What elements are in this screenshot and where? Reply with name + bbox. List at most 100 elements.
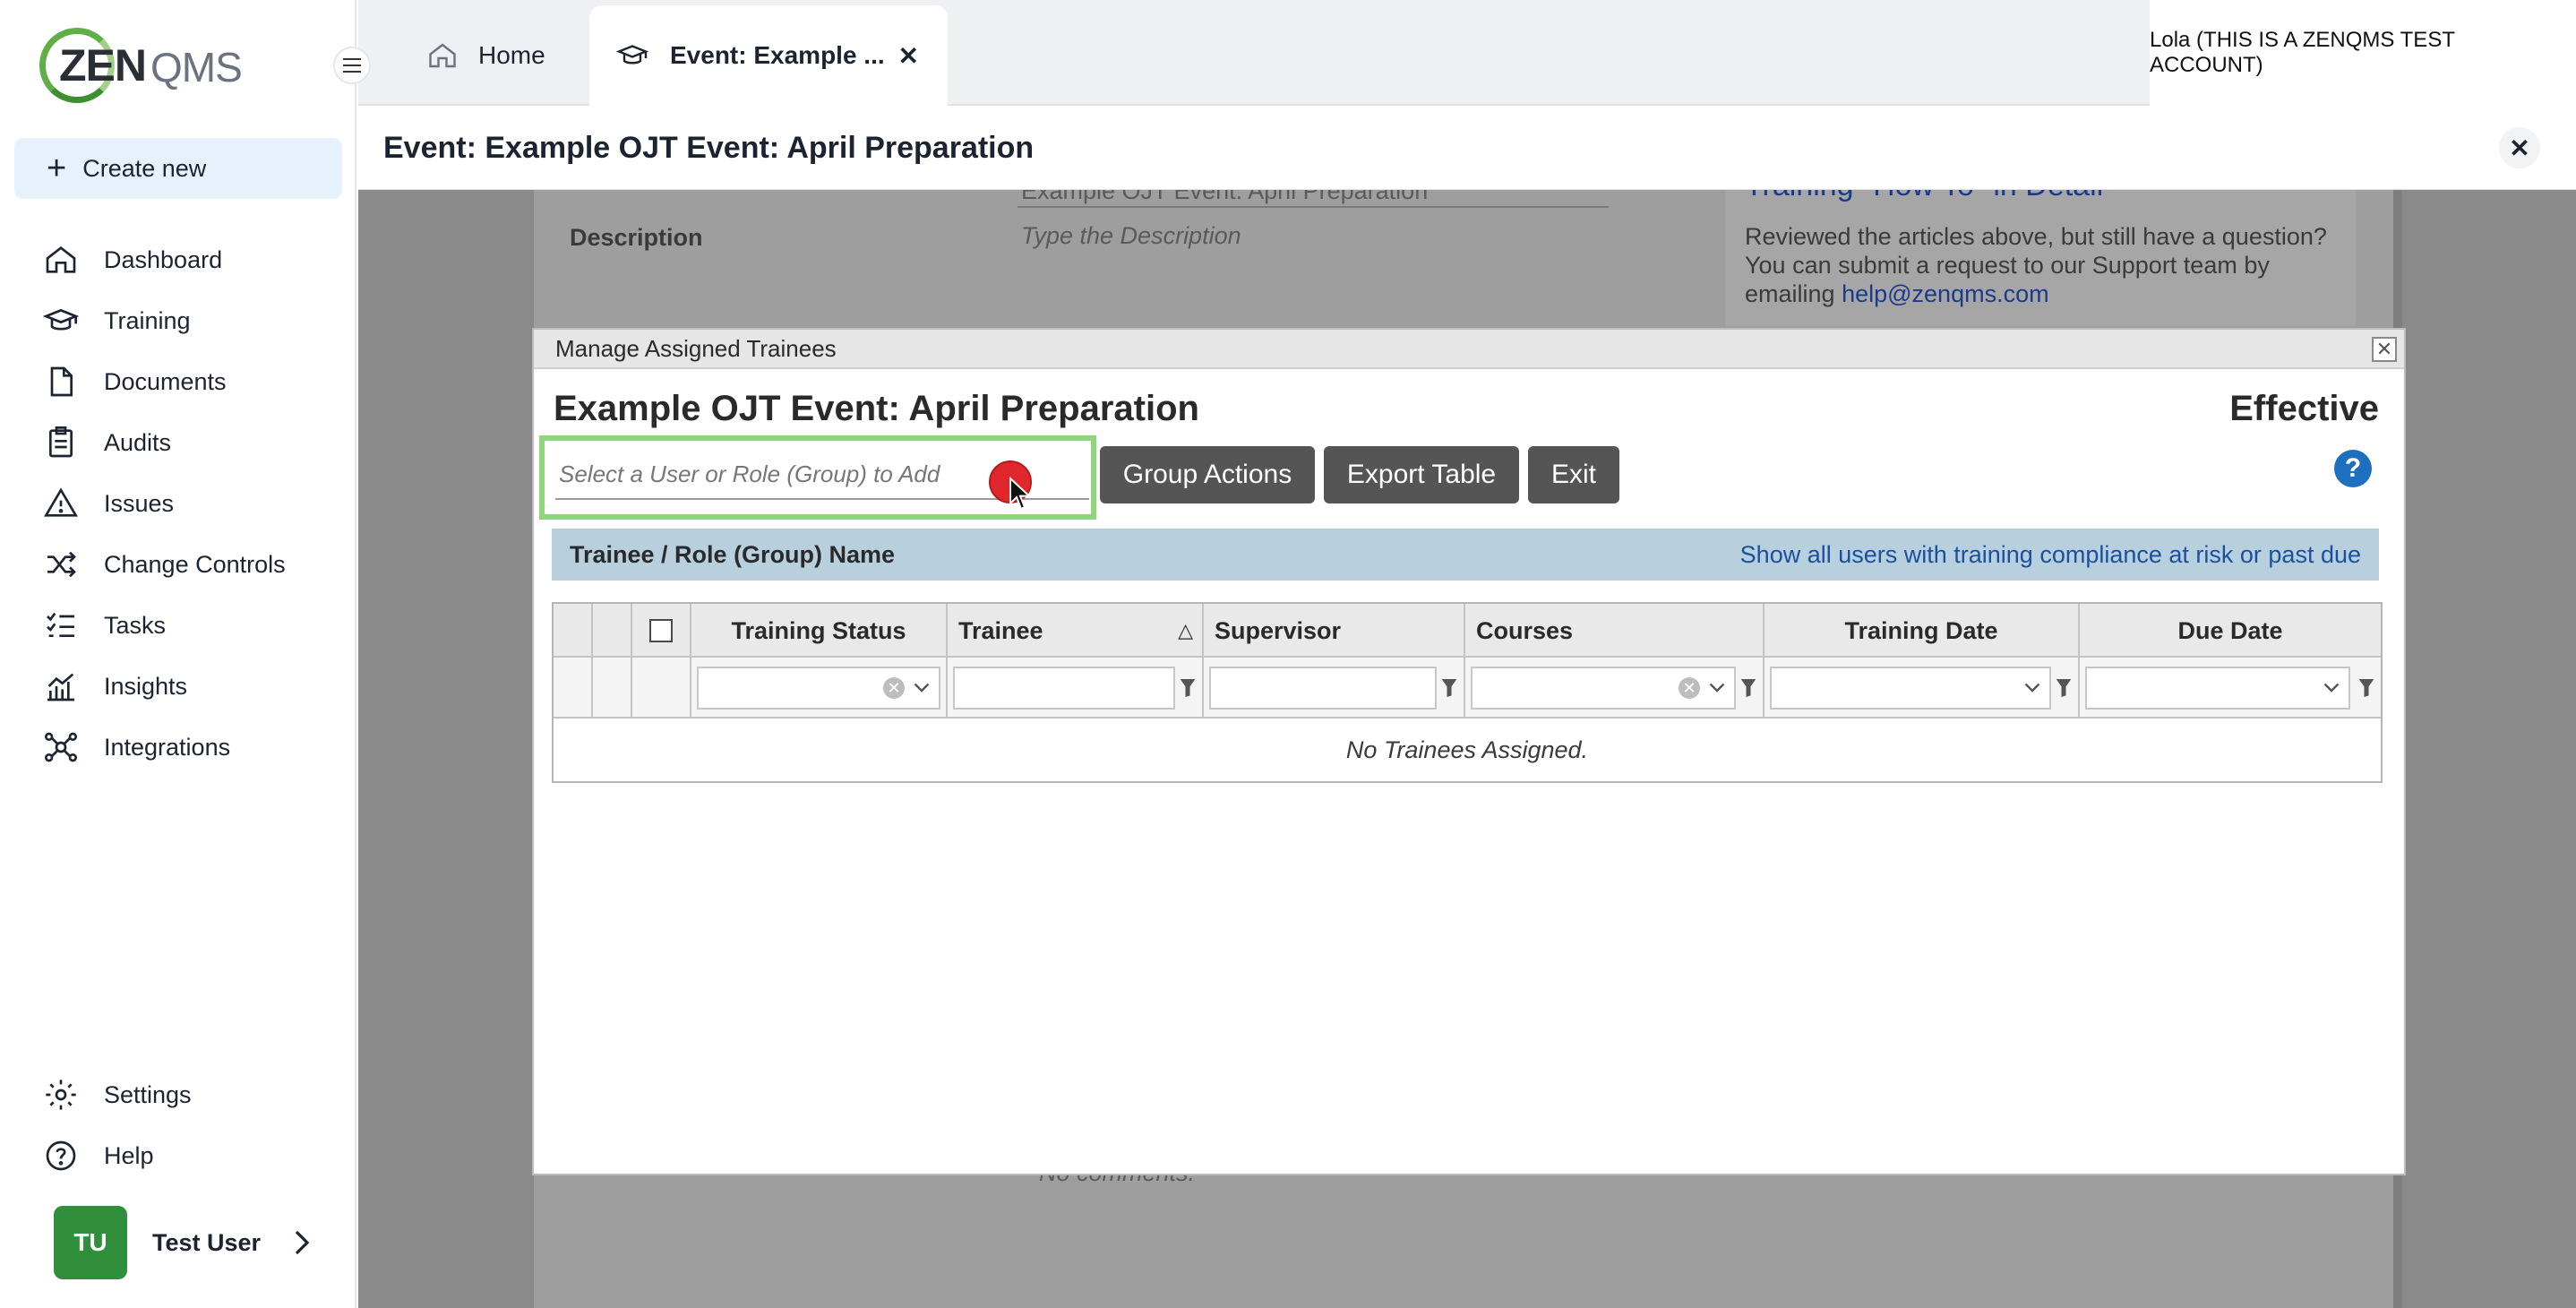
account-name[interactable]: Lola (THIS IS A ZENQMS TEST ACCOUNT) xyxy=(2150,0,2576,106)
sidebar-toggle-button[interactable] xyxy=(333,47,371,84)
sidebar-item-label: Documents xyxy=(104,367,227,395)
chart-icon xyxy=(47,673,74,701)
network-icon xyxy=(45,732,78,762)
column-header-training-status[interactable]: Training Status xyxy=(691,604,948,658)
sidebar-item-insights[interactable]: Insights xyxy=(0,656,356,717)
user-name: Test User xyxy=(152,1228,262,1256)
dialog-window-title: Manage Assigned Trainees xyxy=(555,334,837,362)
chevron-down-icon xyxy=(914,683,930,693)
trainee-filter-input[interactable] xyxy=(953,667,1175,710)
clipboard-icon xyxy=(49,426,73,458)
due-date-filter-select[interactable] xyxy=(2085,667,2350,710)
sidebar-item-help[interactable]: Help xyxy=(0,1125,356,1186)
column-header-courses[interactable]: Courses xyxy=(1465,604,1765,658)
sidebar-item-label: Help xyxy=(104,1141,154,1169)
row-expand-header xyxy=(593,604,632,658)
gear-icon xyxy=(46,1080,76,1110)
avatar: TU xyxy=(54,1206,127,1279)
training-status-filter-select[interactable]: ✕ xyxy=(697,667,940,710)
filter-icon[interactable] xyxy=(2055,677,2073,699)
sidebar-item-dashboard[interactable]: Dashboard xyxy=(0,229,356,290)
filter-cell-empty xyxy=(593,658,632,719)
help-panel: Reviewed the articles above, but still h… xyxy=(1725,190,2356,326)
close-page-icon[interactable]: ✕ xyxy=(2499,127,2540,168)
status-label: Effective xyxy=(2229,389,2379,428)
warning-icon xyxy=(44,487,78,517)
sidebar-item-label: Change Controls xyxy=(104,550,286,578)
sidebar-item-label: Issues xyxy=(104,489,175,517)
filter-cell-courses: ✕ xyxy=(1465,658,1765,719)
sidebar-item-issues[interactable]: Issues xyxy=(0,473,356,534)
filter-icon[interactable] xyxy=(1440,677,1458,699)
sidebar-item-label: Settings xyxy=(104,1080,192,1108)
filter-cell-empty xyxy=(632,658,691,719)
dialog-title: Example OJT Event: April Preparation xyxy=(554,389,1199,428)
tab-event[interactable]: Event: Example ... ✕ xyxy=(589,5,948,106)
sidebar-item-change-controls[interactable]: Change Controls xyxy=(0,534,356,595)
row-handle-header xyxy=(554,604,593,658)
logo-zen-text: ZEN xyxy=(59,40,147,90)
document-icon xyxy=(50,366,73,397)
question-icon xyxy=(46,1140,76,1171)
help-title: Training "How To" in Detail xyxy=(1745,190,2103,203)
supervisor-filter-input[interactable] xyxy=(1209,667,1437,710)
chevron-down-icon xyxy=(2323,683,2340,693)
sidebar-item-documents[interactable]: Documents xyxy=(0,351,356,412)
trainees-table: Training Status Trainee △ Supervisor Cou… xyxy=(552,602,2383,783)
graduation-cap-icon xyxy=(43,308,79,331)
zenqms-logo[interactable]: ZEN QMS xyxy=(39,25,245,106)
sidebar-item-tasks[interactable]: Tasks xyxy=(0,595,356,656)
sidebar-nav: Dashboard Training Documents Audits Issu… xyxy=(0,229,356,778)
clear-filter-icon[interactable]: ✕ xyxy=(883,677,905,699)
sidebar-item-audits[interactable]: Audits xyxy=(0,412,356,473)
tab-home[interactable]: Home xyxy=(426,5,545,106)
top-bar: Home Event: Example ... ✕ Lola (THIS IS … xyxy=(358,0,2576,106)
sidebar-item-label: Training xyxy=(104,306,191,334)
home-icon xyxy=(429,43,456,68)
filter-icon[interactable] xyxy=(1179,677,1197,699)
plus-icon: + xyxy=(47,150,67,187)
filter-icon[interactable] xyxy=(1739,677,1757,699)
help-icon[interactable]: ? xyxy=(2334,450,2372,487)
column-header-due-date[interactable]: Due Date xyxy=(2080,604,2381,658)
sidebar-item-integrations[interactable]: Integrations xyxy=(0,717,356,778)
export-table-button[interactable]: Export Table xyxy=(1324,446,1519,503)
column-header-supervisor[interactable]: Supervisor xyxy=(1204,604,1465,658)
training-date-filter-select[interactable] xyxy=(1770,667,2051,710)
graduation-cap-icon xyxy=(615,45,649,65)
user-menu[interactable]: TU Test User xyxy=(54,1206,311,1279)
select-all-checkbox[interactable] xyxy=(649,619,673,642)
close-tab-icon[interactable]: ✕ xyxy=(898,41,919,71)
sidebar: ZEN QMS + Create new Dashboard Training … xyxy=(0,0,356,1308)
dialog-close-icon[interactable]: ✕ xyxy=(2372,337,2397,362)
empty-table-message: No Trainees Assigned. xyxy=(1345,736,1589,763)
sidebar-item-training[interactable]: Training xyxy=(0,290,356,351)
courses-filter-select[interactable]: ✕ xyxy=(1471,667,1736,710)
filter-cell-trainee xyxy=(948,658,1204,719)
page-title: Event: Example OJT Event: April Preparat… xyxy=(383,131,1035,165)
add-trainee-highlight xyxy=(539,435,1096,520)
title-field-value: Example OJT Event: April Preparation xyxy=(1021,190,1429,204)
column-header-label: Trainee xyxy=(958,616,1043,644)
clear-filter-icon[interactable]: ✕ xyxy=(1679,677,1700,699)
filter-icon[interactable] xyxy=(2357,677,2375,699)
chevron-down-icon xyxy=(2024,683,2040,693)
exit-button[interactable]: Exit xyxy=(1528,446,1619,503)
sidebar-item-label: Integrations xyxy=(104,733,231,761)
home-icon xyxy=(46,245,76,273)
mouse-cursor-icon xyxy=(1009,477,1032,511)
column-header-trainee[interactable]: Trainee △ xyxy=(948,604,1204,658)
show-at-risk-link[interactable]: Show all users with training compliance … xyxy=(1740,541,2361,569)
filter-cell-training-date xyxy=(1765,658,2080,719)
column-header-training-date[interactable]: Training Date xyxy=(1765,604,2080,658)
sidebar-item-label: Tasks xyxy=(104,611,167,639)
group-name-header: Trainee / Role (Group) Name xyxy=(570,540,896,568)
table-filter-row: ✕ ✕ xyxy=(554,658,2381,719)
create-new-button[interactable]: + Create new xyxy=(14,138,342,199)
group-actions-button[interactable]: Group Actions xyxy=(1100,446,1315,503)
sidebar-item-settings[interactable]: Settings xyxy=(0,1064,356,1125)
page-header: Event: Example OJT Event: April Preparat… xyxy=(358,108,2576,190)
chevron-right-icon xyxy=(295,1230,310,1255)
filter-cell-supervisor xyxy=(1204,658,1465,719)
filter-cell-training-status: ✕ xyxy=(691,658,948,719)
